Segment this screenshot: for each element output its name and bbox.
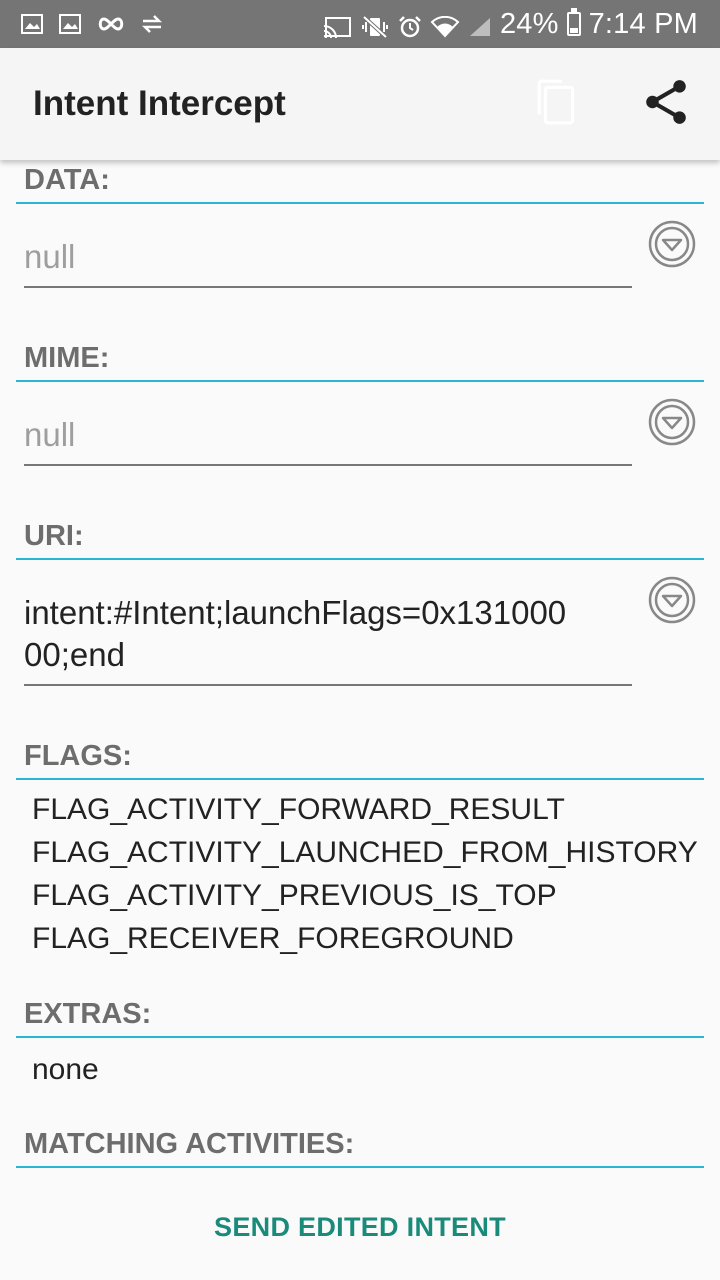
uri-line-1: intent:#Intent;launchFlags=0x131000 <box>24 594 567 631</box>
status-bar: 24% 7:14 PM <box>0 0 720 48</box>
swap-icon <box>140 13 164 35</box>
mime-section-header: MIME: <box>16 338 704 382</box>
wifi-icon <box>430 13 460 38</box>
flags-list: FLAG_ACTIVITY_FORWARD_RESULT FLAG_ACTIVI… <box>32 788 698 960</box>
flags-section-header: FLAGS: <box>16 736 704 780</box>
share-icon <box>641 77 691 132</box>
extras-value: none <box>32 1053 99 1086</box>
infinity-icon <box>96 13 126 35</box>
uri-line-2: 00;end <box>24 636 125 673</box>
chevron-down-icon <box>648 576 696 624</box>
gallery-icon <box>20 13 44 35</box>
share-button[interactable] <box>640 76 692 132</box>
signal-icon <box>468 13 492 36</box>
list-item: FLAG_ACTIVITY_PREVIOUS_IS_TOP <box>32 879 557 912</box>
matching-activities-header: MATCHING ACTIVITIES: <box>16 1124 704 1168</box>
data-dropdown-button[interactable] <box>648 220 696 268</box>
notification-icons <box>20 13 164 35</box>
data-field[interactable]: null <box>24 236 632 288</box>
battery-percent: 24% <box>499 7 559 40</box>
toolbar-actions <box>532 76 692 132</box>
alarm-icon <box>398 13 422 38</box>
mime-dropdown-button[interactable] <box>648 398 696 446</box>
mime-field[interactable]: null <box>24 414 632 466</box>
clock: 7:14 PM <box>588 7 698 40</box>
chevron-down-icon <box>648 398 696 446</box>
copy-icon <box>533 77 583 132</box>
vibrate-mute-icon <box>360 13 390 39</box>
battery-icon <box>566 8 581 36</box>
copy-button[interactable] <box>532 76 584 132</box>
app-toolbar: Intent Intercept <box>0 48 720 160</box>
chevron-down-icon <box>648 220 696 268</box>
list-item: FLAG_ACTIVITY_FORWARD_RESULT <box>32 793 565 826</box>
uri-section-header: URI: <box>16 516 704 560</box>
list-item: FLAG_ACTIVITY_LAUNCHED_FROM_HISTORY <box>32 836 698 869</box>
system-icons: 24% 7:14 PM <box>322 8 698 41</box>
page-title: Intent Intercept <box>33 84 286 123</box>
extras-section-header: EXTRAS: <box>16 994 704 1038</box>
uri-field[interactable]: intent:#Intent;launchFlags=0x131000 00;e… <box>24 592 632 686</box>
gallery-icon <box>58 13 82 35</box>
cast-icon <box>322 13 352 39</box>
list-item: FLAG_RECEIVER_FOREGROUND <box>32 922 514 955</box>
uri-dropdown-button[interactable] <box>648 576 696 624</box>
data-section-header: DATA: <box>16 160 704 204</box>
send-edited-intent-button[interactable]: SEND EDITED INTENT <box>0 1212 720 1243</box>
